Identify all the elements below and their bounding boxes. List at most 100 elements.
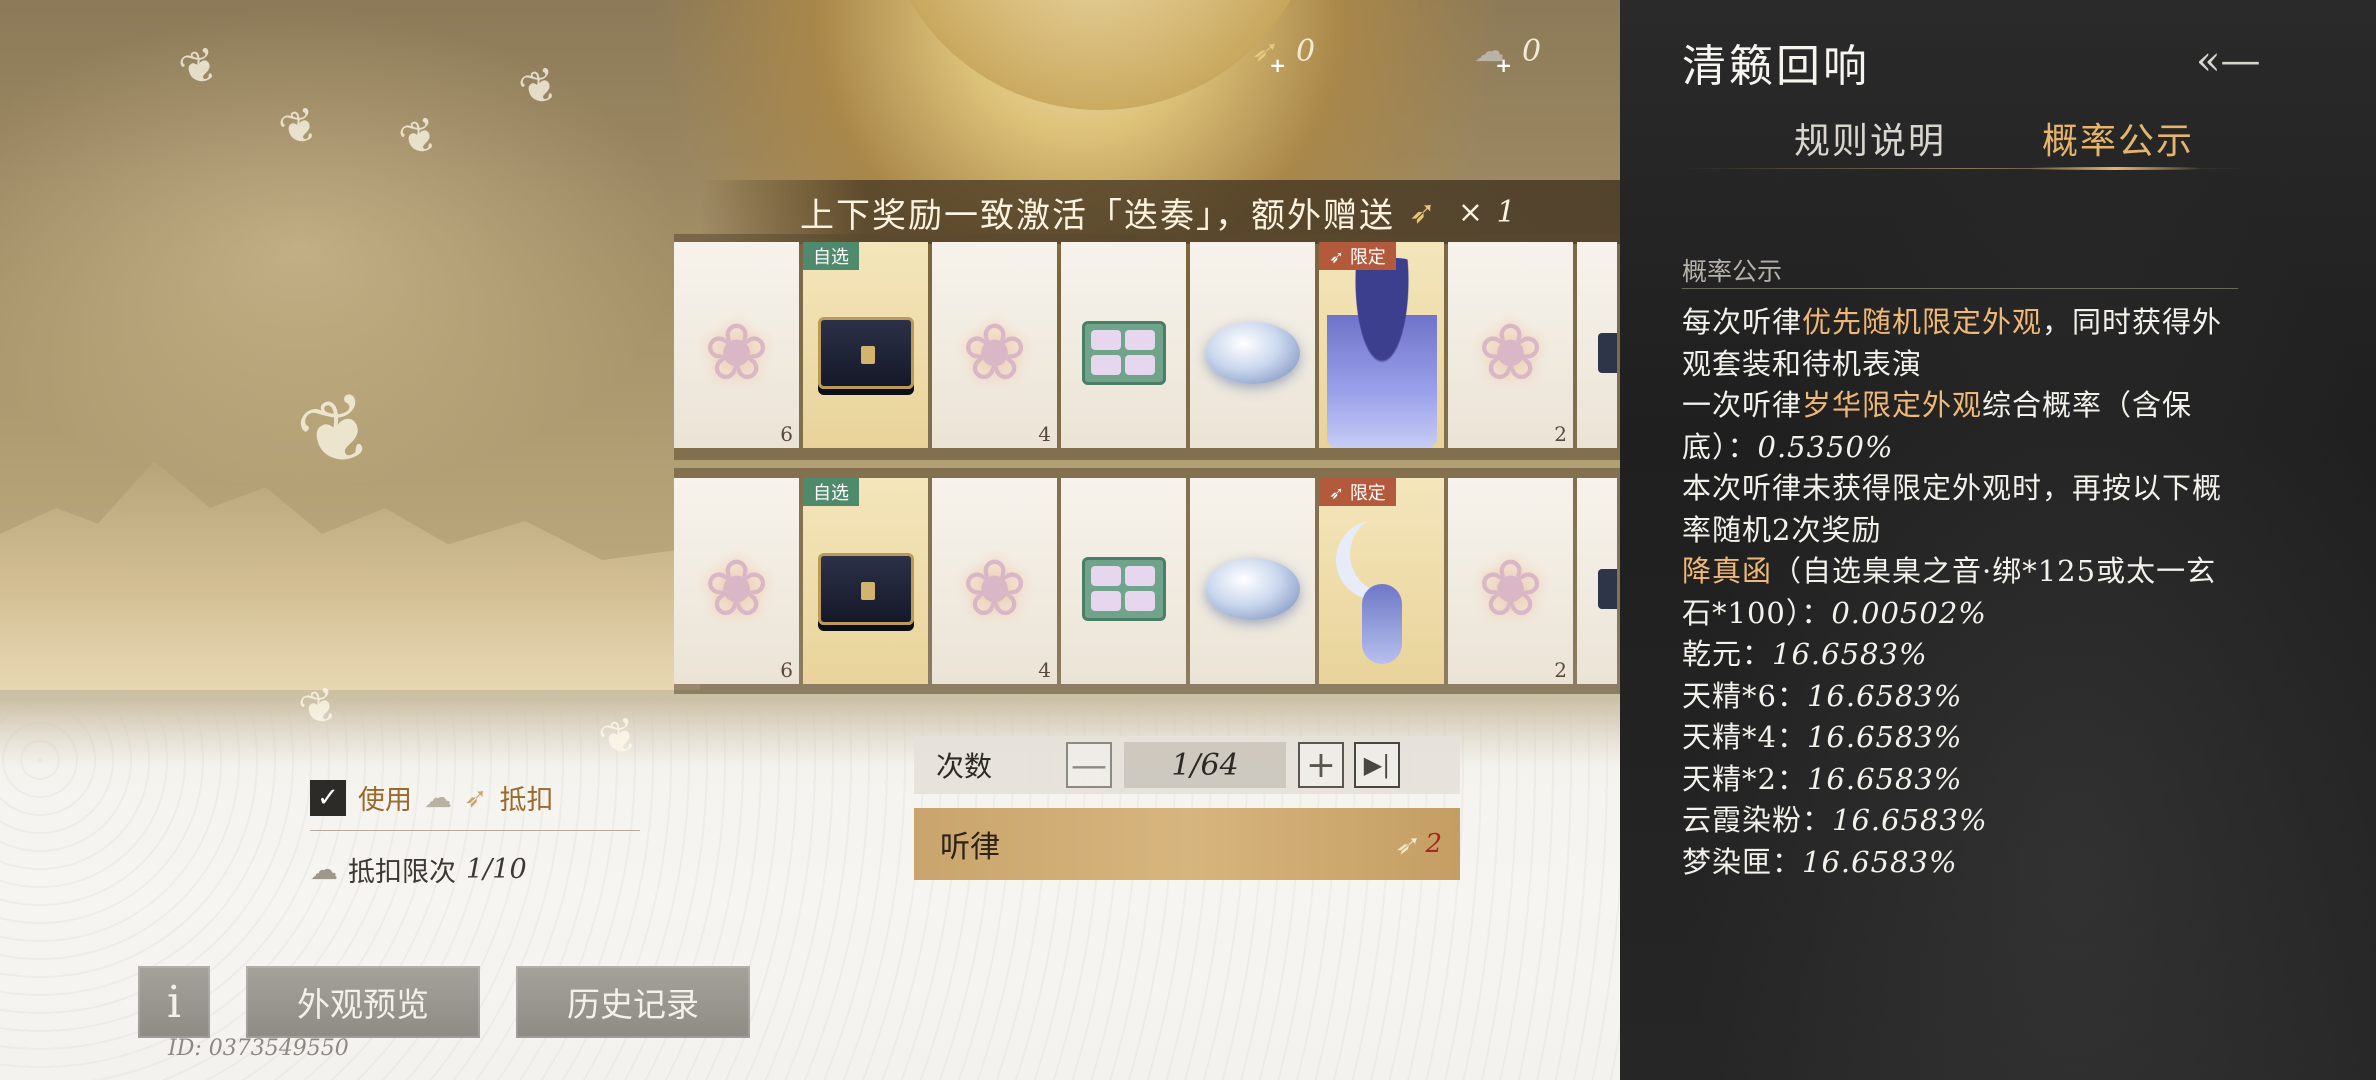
prob-line: 降真函（自选臬臬之音·绑*125或太一玄石*100）：0.00502%: [1682, 551, 2242, 634]
tea-box-icon: [1081, 557, 1166, 622]
gem-icon: [1205, 322, 1300, 385]
currency-cloud-token[interactable]: ☁ + 0: [1472, 34, 1541, 77]
increment-button[interactable]: +: [1298, 742, 1344, 788]
limited-tag-label: 限定: [1349, 247, 1386, 268]
collapse-panel-button[interactable]: «—: [2196, 36, 2264, 86]
swallow-token-icon: ➶: [464, 781, 488, 814]
tea-box-icon: [1081, 321, 1166, 386]
reward-card-partial[interactable]: [1577, 242, 1617, 448]
item-name: 天精*4：: [1682, 720, 1807, 754]
item-icon: [1598, 569, 1617, 610]
reward-card[interactable]: ❀ 6: [674, 242, 799, 448]
text-segment: 每次听律: [1682, 305, 1803, 339]
gem-icon: [1205, 558, 1300, 621]
deduct-limit: ☁ 抵扣限次 1/10: [310, 850, 527, 889]
costume-moon-icon: [1332, 504, 1432, 674]
limited-tag: ➶ 限定: [1319, 242, 1396, 270]
prob-item: 天精*4：16.6583%: [1682, 717, 2242, 759]
prob-item: 天精*6：16.6583%: [1682, 676, 2242, 718]
prob-item: 云霞染粉：16.6583%: [1682, 800, 2242, 842]
deduct-checkbox[interactable]: ✓: [310, 779, 346, 816]
listen-cost-value: 2: [1425, 829, 1442, 859]
feather-icon: ❀: [961, 308, 1028, 399]
pull-count-selector: 次数 — 1/64 + ▶|: [914, 736, 1460, 794]
item-count: 2: [1554, 422, 1567, 446]
max-count-button[interactable]: ▶|: [1354, 742, 1400, 788]
swallow-token-icon: ➶: [1393, 827, 1418, 861]
item-icon: [1598, 333, 1617, 374]
panel-title: 清籁回响: [1682, 41, 1870, 92]
deduct-option[interactable]: ✓ 使用 ☁ ➶ 抵扣: [310, 778, 553, 817]
count-value: 1/64: [1124, 742, 1286, 788]
feather-icon: ❀: [1477, 308, 1544, 399]
select-tag: 自选: [803, 478, 859, 506]
probability-content: 每次听律优先随机限定外观，同时获得外观套装和待机表演 一次听律岁华限定外观综合概…: [1682, 302, 2242, 883]
reward-row-top: ❀ 6 自选 ❀ 4 ➶ 限定 ❀ 2: [674, 242, 1620, 448]
swallow-decoration-icon: ❦: [511, 55, 567, 119]
swallow-token-icon: ➶ +: [1250, 34, 1286, 77]
reward-card[interactable]: [1061, 242, 1186, 448]
prob-line: 每次听律优先随机限定外观，同时获得外观套装和待机表演: [1682, 302, 2242, 385]
rate-value: 16.6583%: [1802, 844, 1958, 879]
appearance-preview-button[interactable]: 外观预览: [246, 966, 480, 1038]
banner-text: 上下奖励一致激活「迭奏」，额外赠送: [800, 195, 1395, 236]
item-count: 6: [780, 422, 793, 446]
prob-item: 梦染匣：16.6583%: [1682, 842, 2242, 884]
reward-card[interactable]: [1061, 478, 1186, 684]
reward-card-limited[interactable]: ➶ 限定: [1319, 478, 1444, 684]
listen-button[interactable]: 听律 ➶ 2: [914, 808, 1460, 880]
prob-item: 乾元：16.6583%: [1682, 634, 2242, 676]
rate-value: 16.6583%: [1806, 678, 1963, 713]
item-name: 乾元：: [1682, 637, 1773, 671]
section-label: 概率公示: [1682, 257, 1783, 286]
reward-card-limited[interactable]: ➶ 限定: [1319, 242, 1444, 448]
prob-line: 一次听律岁华限定外观综合概率（含保底）：0.5350%: [1682, 385, 2242, 468]
rate-value: 16.6583%: [1806, 761, 1963, 796]
reward-card[interactable]: ❀ 2: [1448, 478, 1573, 684]
reward-card[interactable]: 自选: [803, 242, 928, 448]
reward-card[interactable]: ❀ 2: [1448, 242, 1573, 448]
limited-tag-label: 限定: [1349, 483, 1386, 504]
tab-probability[interactable]: 概率公示: [2042, 112, 2194, 164]
prob-line: 本次听律未获得限定外观时，再按以下概率随机2次奖励: [1682, 471, 2223, 547]
reward-row-bottom: ❀ 6 自选 ❀ 4 ➶ 限定 ❀ 2: [674, 478, 1620, 684]
tab-rules[interactable]: 规则说明: [1794, 112, 1946, 164]
use-label: 使用: [358, 785, 412, 816]
reward-card[interactable]: ❀ 4: [932, 242, 1057, 448]
feather-icon: ❀: [961, 544, 1028, 635]
highlight-text: 降真函: [1682, 554, 1773, 588]
item-count: 6: [780, 658, 793, 682]
chest-icon: [817, 553, 914, 626]
highlight-text: 优先随机限定外观: [1802, 305, 2043, 339]
reward-card[interactable]: [1190, 242, 1315, 448]
swallow-decoration-icon: ❦: [391, 105, 447, 169]
item-count: 2: [1554, 658, 1567, 682]
rate-value: 16.6583%: [1806, 720, 1963, 754]
cloud-token-icon: ☁: [310, 853, 338, 886]
section-divider: [1682, 288, 2238, 289]
reward-card[interactable]: ❀ 6: [674, 478, 799, 684]
item-name: 天精*6：: [1682, 678, 1807, 713]
prob-item: 天精*2：16.6583%: [1682, 759, 2242, 801]
info-button[interactable]: i: [138, 966, 210, 1038]
reward-card[interactable]: [1190, 478, 1315, 684]
reward-card[interactable]: 自选: [803, 478, 928, 684]
item-name: 梦染匣：: [1682, 844, 1803, 879]
item-name: 云霞染粉：: [1682, 803, 1833, 837]
count-label: 次数: [936, 750, 993, 783]
reward-card[interactable]: ❀ 4: [932, 478, 1057, 684]
info-panel: 清籁回响 «— 规则说明 概率公示 概率公示 每次听律优先随机限定外观，同时获得…: [1620, 0, 2376, 1080]
swallow-decoration-icon: ❦: [284, 370, 392, 495]
deduct-limit-label: 抵扣限次: [348, 857, 456, 888]
currency-swallow-token[interactable]: ➶ + 0: [1246, 34, 1316, 77]
reward-card-partial[interactable]: [1577, 478, 1617, 684]
select-tag: 自选: [803, 242, 859, 270]
history-record-button[interactable]: 历史记录: [516, 966, 750, 1038]
feather-icon: ❀: [703, 308, 770, 399]
rate-value: 0.5350%: [1757, 429, 1894, 464]
swallow-decoration-icon: ❦: [271, 95, 327, 159]
double-chevron-left-icon: «—: [2196, 38, 2261, 84]
decrement-button[interactable]: —: [1066, 742, 1112, 788]
currency-value: 0: [1296, 34, 1316, 69]
banner-multiplier: × 1: [1457, 194, 1518, 230]
